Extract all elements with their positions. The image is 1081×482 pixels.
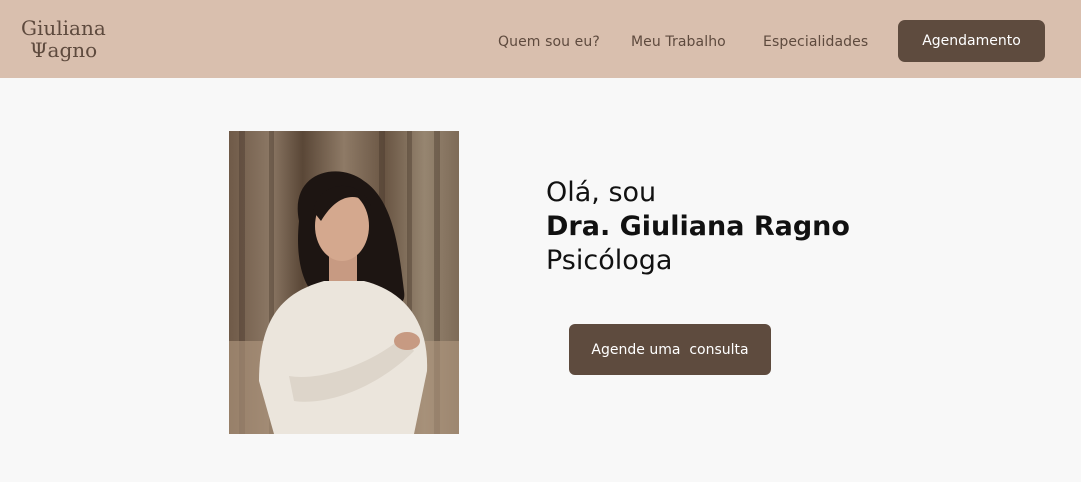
logo-line-2: Ψagno <box>30 38 98 62</box>
logo[interactable]: Giuliana Ψagno <box>21 17 111 61</box>
site-header: Giuliana Ψagno Quem sou eu? Meu Trabalho… <box>0 0 1081 78</box>
nav-link-especialidades[interactable]: Especialidades <box>763 34 868 50</box>
agendamento-button[interactable]: Agendamento <box>898 20 1045 62</box>
hero-greeting: Olá, sou Dra. Giuliana Ragno Psicóloga <box>546 176 850 278</box>
nav-link-meu-trabalho[interactable]: Meu Trabalho <box>631 34 726 50</box>
greeting-line: Olá, sou <box>546 177 657 208</box>
nav-link-quem-sou-eu[interactable]: Quem sou eu? <box>498 34 600 50</box>
portrait-illustration <box>229 131 459 434</box>
agende-consulta-button[interactable]: Agende uma consulta <box>569 324 771 375</box>
doctor-name: Dra. Giuliana Ragno <box>546 211 850 242</box>
profile-photo <box>229 131 459 434</box>
logo-line-1: Giuliana <box>21 16 106 40</box>
profession: Psicóloga <box>546 245 673 276</box>
